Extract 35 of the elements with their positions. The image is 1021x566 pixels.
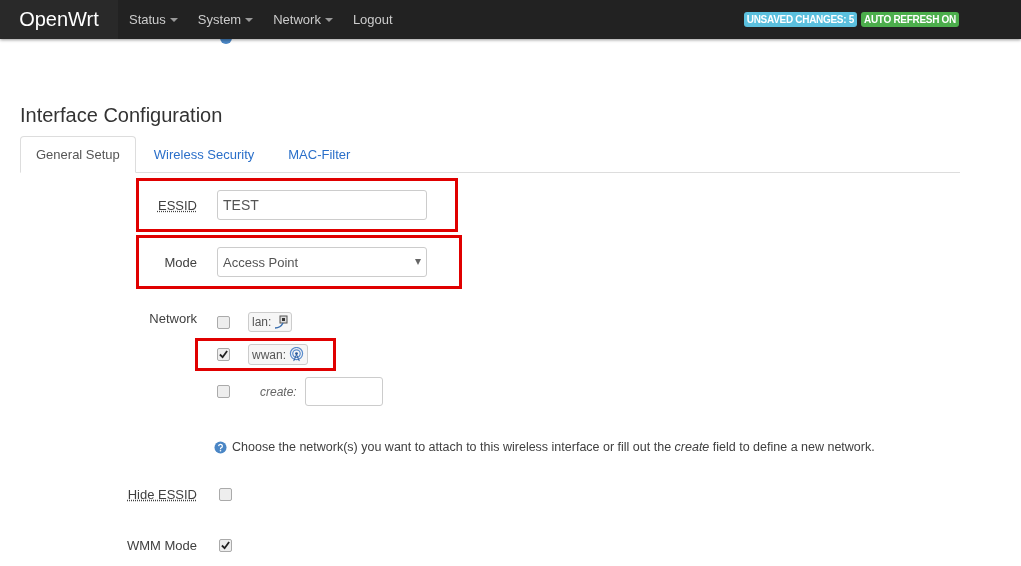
caret-icon xyxy=(324,17,333,22)
tab[interactable]: Wireless Security xyxy=(137,136,271,173)
antenna-icon xyxy=(289,347,304,362)
field-label: create: xyxy=(260,384,297,399)
field-label: WMM Mode xyxy=(125,538,197,553)
checkbox[interactable] xyxy=(217,385,230,398)
checkbox[interactable] xyxy=(217,348,230,361)
status-badge: UNSAVED CHANGES: 5 xyxy=(743,12,857,27)
help-text: Choose the network(s) you want to attach to this wireless interface or fill out the create field to define a new network. xyxy=(232,440,875,454)
select-field[interactable]: Access Point xyxy=(217,247,427,277)
field-label: Network xyxy=(148,311,197,326)
caret-icon xyxy=(245,17,254,22)
field-label: ESSID xyxy=(157,197,197,213)
nav-menu-item[interactable]: Logout xyxy=(342,12,403,27)
field-label: Mode xyxy=(163,254,197,270)
interface-badge[interactable]: lan: xyxy=(248,312,293,332)
tab[interactable]: MAC-Filter xyxy=(272,136,367,173)
caret-icon xyxy=(415,259,421,265)
tab[interactable]: General Setup xyxy=(20,136,136,173)
caret-icon xyxy=(169,17,178,22)
input-field[interactable] xyxy=(304,377,383,406)
checkbox[interactable] xyxy=(219,539,232,552)
checkbox[interactable] xyxy=(219,488,232,501)
section-title: Interface Configuration xyxy=(20,103,224,127)
nav-menu-item[interactable]: System xyxy=(187,12,264,27)
checkbox[interactable] xyxy=(217,315,230,329)
interface-badge[interactable]: wwan: xyxy=(248,344,308,365)
field-label: Hide ESSID xyxy=(126,487,197,502)
input-field[interactable]: TEST xyxy=(217,190,427,220)
nav-menu-item[interactable]: Status xyxy=(119,12,188,27)
brand-logo[interactable]: OpenWrt xyxy=(0,0,118,39)
network-cable-icon xyxy=(274,315,289,329)
status-badge: AUTO REFRESH ON xyxy=(861,12,959,27)
help-icon xyxy=(214,440,227,454)
nav-menu-item[interactable]: Network xyxy=(263,12,343,27)
